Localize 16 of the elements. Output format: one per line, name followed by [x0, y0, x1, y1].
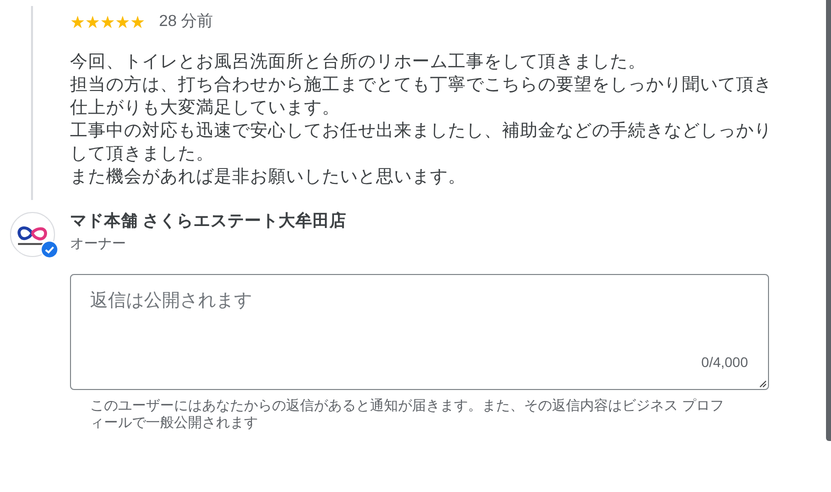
star-icon: ★ — [85, 14, 100, 30]
owner-name: マド本舗 さくらエステート大牟田店 — [70, 210, 347, 232]
review-paragraph: 今回、トイレとお風呂洗面所と台所のリホーム工事をして頂きました。 — [70, 50, 647, 73]
review-time: 28 分前 — [159, 12, 214, 32]
star-icon: ★ — [130, 14, 145, 30]
star-icon: ★ — [115, 14, 130, 30]
owner-role: オーナー — [70, 234, 127, 253]
star-icon: ★ — [100, 14, 115, 30]
character-counter: 0/4,000 — [701, 353, 748, 372]
star-icon: ★ — [70, 14, 85, 30]
notice-text: このユーザーにはあなたからの返信があると通知が届きます。また、その返信内容はビジネス プロフィールで一般公開されます — [90, 397, 725, 431]
resize-handle-icon[interactable] — [758, 379, 767, 388]
review-paragraph: また機会があれば是非お願いしたいと思います。 — [70, 165, 467, 188]
review-paragraph: 担当の方は、打ち合わせから施工までとても丁寧でこちらの要望をしっかり聞いて頂き仕上がりも大変満足しています。 — [70, 73, 773, 119]
scrollbar[interactable] — [826, 0, 831, 441]
review-paragraph: 工事中の対応も迅速で安心してお任せ出来ましたし、補助金などの手続きなどしっかりして頂きました。 — [70, 119, 773, 165]
